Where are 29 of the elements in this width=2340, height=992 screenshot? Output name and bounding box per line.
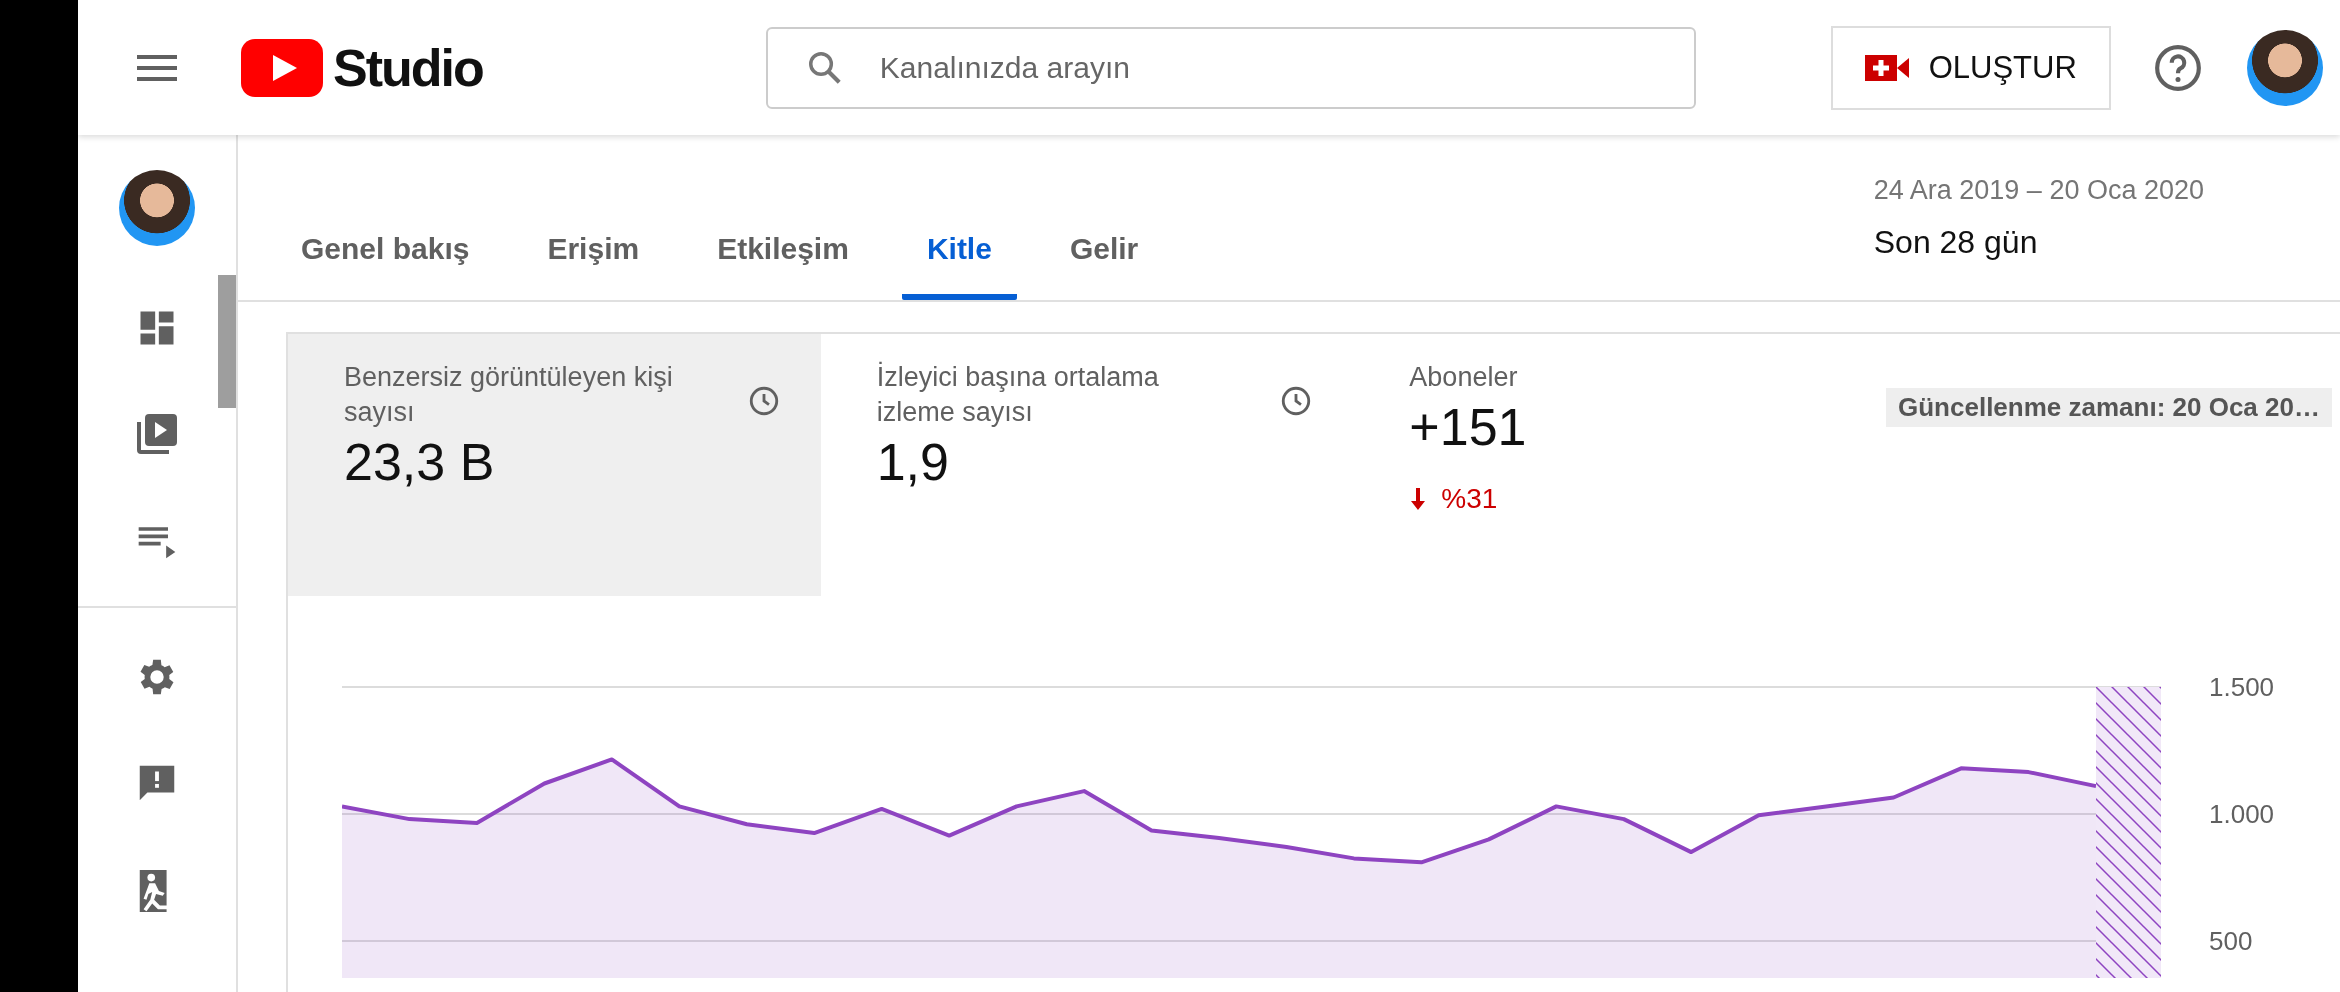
search-field[interactable]: Kanalınızda arayın bbox=[765, 26, 1696, 109]
tab[interactable]: Gelir bbox=[1044, 232, 1164, 300]
tab[interactable]: Genel bakış bbox=[276, 232, 495, 300]
metric-tab[interactable]: Aboneler +151 %31 bbox=[1353, 334, 1886, 596]
y-tick-label: 500 bbox=[2209, 926, 2253, 956]
tab[interactable]: Etkileşim bbox=[692, 232, 874, 300]
metric-label: Aboneler bbox=[1409, 361, 1519, 394]
metric-value: 23,3 B bbox=[344, 432, 496, 493]
tab[interactable]: Erişim bbox=[522, 232, 665, 300]
change-percent: %31 bbox=[1441, 483, 1498, 516]
logo-text: Studio bbox=[333, 37, 483, 98]
help-icon[interactable] bbox=[2152, 42, 2203, 93]
menu-icon[interactable] bbox=[137, 52, 177, 83]
metric-label: Benzersiz görüntüleyen kişi sayısı bbox=[344, 361, 674, 430]
metric-tab[interactable]: Benzersiz görüntüleyen kişi sayısı 23,3 B bbox=[288, 334, 821, 596]
date-range[interactable]: 24 Ara 2019 – 20 Oca 2020 bbox=[1873, 175, 2204, 206]
metric-value: +151 bbox=[1409, 397, 1528, 458]
metric-tab[interactable]: İzleyici başına ortalama izleme sayısı 1,9 bbox=[820, 334, 1354, 596]
y-tick-label: 1.000 bbox=[2209, 799, 2275, 829]
create-button[interactable]: OLUŞTUR bbox=[1830, 25, 2111, 110]
metric-value: 1,9 bbox=[876, 432, 950, 493]
metric-label: İzleyici başına ortalama izleme sayısı bbox=[876, 360, 1160, 430]
tab[interactable]: Kitle bbox=[901, 232, 1017, 300]
camera-plus-icon bbox=[1864, 54, 1909, 81]
scrollbar-thumb[interactable] bbox=[218, 275, 236, 408]
y-tick-label: 1.500 bbox=[2209, 676, 2275, 702]
period-label[interactable]: Son 28 gün bbox=[1873, 224, 2204, 261]
play-logo-icon bbox=[241, 38, 323, 97]
update-time-badge: Güncellenme zamanı: 20 Oca 20… bbox=[1886, 388, 2332, 427]
